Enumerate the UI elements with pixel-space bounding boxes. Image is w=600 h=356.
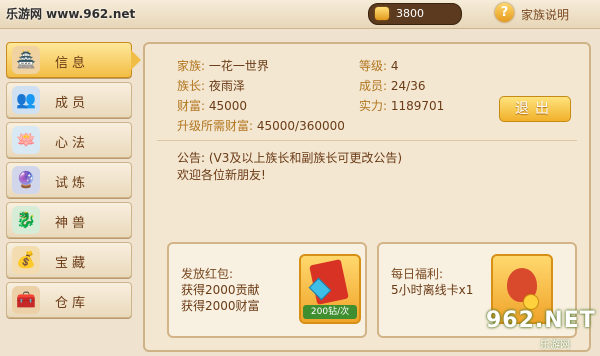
gold-value: 3800 xyxy=(396,7,424,20)
wealth-value: 45000 xyxy=(208,99,248,113)
chest-icon: 🧰 xyxy=(12,286,40,314)
sidebar-item-trial[interactable]: 🔮 试炼 xyxy=(6,162,132,198)
question-mark-icon[interactable]: ? xyxy=(495,3,514,22)
card-title: 每日福利: xyxy=(391,267,444,281)
family-info-panel: 家族: 一花一世界 等级: 4 族长: 夜雨泽 成员: 24/36 财富: 45… xyxy=(143,42,591,352)
leader-row: 族长: 夜雨泽 xyxy=(177,79,245,93)
watermark-text: 乐游网 www.962.net xyxy=(6,7,136,21)
level-row: 等级: 4 xyxy=(359,59,399,73)
card-line: 获得2000贡献 xyxy=(181,283,260,297)
leader-name: 夜雨泽 xyxy=(208,79,245,93)
family-name: 一花一世界 xyxy=(208,59,269,73)
wealth-row: 财富: 45000 xyxy=(177,99,248,113)
family-name-row: 家族: 一花一世界 xyxy=(177,59,269,73)
power-row: 实力: 1189701 xyxy=(359,99,445,113)
price-tag: 200钻/次 xyxy=(303,305,357,319)
family-level: 4 xyxy=(390,59,399,73)
sidebar-item-label: 心法 xyxy=(55,136,90,151)
sidebar-item-info[interactable]: 🏯 信息 xyxy=(6,42,141,78)
sidebar-item-warehouse[interactable]: 🧰 仓库 xyxy=(6,282,132,318)
top-bar: 乐游网 www.962.net 3800 ? 家族说明 xyxy=(0,0,600,29)
exit-button[interactable]: 退出 xyxy=(499,96,571,122)
watermark-logo: 962.NET xyxy=(486,308,596,333)
member-count: 24/36 xyxy=(390,79,426,93)
sidebar-item-heart-method[interactable]: 🪷 心法 xyxy=(6,122,132,158)
watermark-sub: 乐游网 xyxy=(540,340,570,351)
sidebar-item-label: 神兽 xyxy=(55,216,90,231)
castle-flag-icon: 🏯 xyxy=(12,46,40,74)
treasure-icon: 💰 xyxy=(12,246,40,274)
trial-orb-icon: 🔮 xyxy=(12,166,40,194)
divider xyxy=(157,140,577,141)
beast-icon: 🐉 xyxy=(12,206,40,234)
sidebar-item-treasure[interactable]: 💰 宝藏 xyxy=(6,242,132,278)
sidebar-item-members[interactable]: 👥 成员 xyxy=(6,82,132,118)
sidebar-item-label: 宝藏 xyxy=(55,256,90,271)
upgrade-row: 升级所需财富: 45000/360000 xyxy=(177,119,345,133)
lotus-icon: 🪷 xyxy=(12,126,40,154)
sidebar-item-label: 试炼 xyxy=(55,176,90,191)
gold-ingot-icon xyxy=(375,7,389,20)
family-notice: 公告: (V3及以上族长和副族长可更改公告) 欢迎各位新朋友! xyxy=(177,150,402,184)
notice-line: 欢迎各位新朋友! xyxy=(177,168,266,182)
red-packet-card[interactable]: 发放红包: 获得2000贡献 获得2000财富 200钻/次 xyxy=(167,242,367,338)
card-line: 获得2000财富 xyxy=(181,299,260,313)
sidebar-item-beast[interactable]: 🐉 神兽 xyxy=(6,202,132,238)
sidebar-item-label: 仓库 xyxy=(55,296,90,311)
members-icon: 👥 xyxy=(12,86,40,114)
family-help-link[interactable]: 家族说明 xyxy=(521,6,569,23)
notice-line: 公告: (V3及以上族长和副族长可更改公告) xyxy=(177,151,403,165)
red-packet-button[interactable]: 200钻/次 xyxy=(299,254,361,324)
card-title: 发放红包: xyxy=(181,267,234,281)
power-value: 1189701 xyxy=(390,99,445,113)
sidebar-item-label: 成员 xyxy=(55,96,90,111)
members-row: 成员: 24/36 xyxy=(359,79,426,93)
gold-counter: 3800 xyxy=(368,3,462,25)
upgrade-wealth: 45000/360000 xyxy=(256,119,345,133)
card-line: 5小时离线卡x1 xyxy=(391,283,474,297)
sidebar-item-label: 信息 xyxy=(55,56,90,71)
